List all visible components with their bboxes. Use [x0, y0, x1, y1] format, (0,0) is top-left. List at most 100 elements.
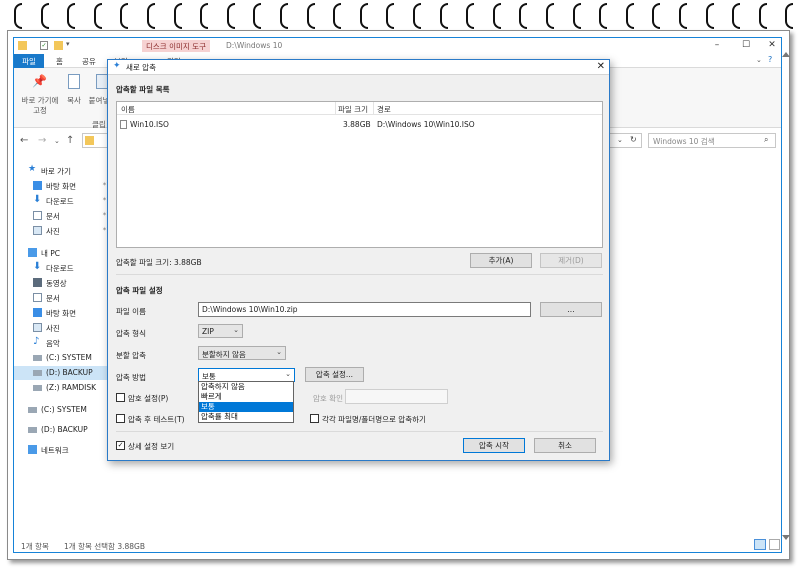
scroll-down-icon[interactable] [782, 535, 790, 540]
up-icon[interactable]: ↑ [66, 135, 74, 146]
nav-pc-pictures[interactable]: 사진 [14, 321, 110, 335]
forward-icon[interactable]: → [38, 135, 46, 146]
tab-home[interactable]: 홈 [50, 54, 69, 68]
pin-icon: 📌 [32, 74, 47, 88]
chevron-down-icon: ⌄ [285, 370, 291, 378]
dialog-title: 새로 압축 [126, 63, 156, 72]
address-dropdown-icon[interactable]: ⌄ [617, 136, 623, 144]
password-checkbox[interactable] [116, 393, 125, 402]
copy-button[interactable]: 복사 [64, 96, 84, 106]
spiral-ring [492, 3, 501, 29]
separate-archives-label: 각각 파일명/폴더명으로 압축하기 [322, 415, 426, 424]
nav-root-d[interactable]: (D:) BACKUP [14, 423, 110, 437]
method-option[interactable]: 압축률 최대 [199, 412, 293, 422]
ribbon-collapse-icon[interactable]: ⌄ [756, 56, 762, 64]
download-icon: ⬇ [33, 194, 42, 205]
dialog-close-icon[interactable]: ✕ [597, 61, 605, 72]
method-option[interactable]: 압축하지 않음 [199, 382, 293, 392]
document-icon [33, 293, 42, 302]
column-name[interactable]: 이름 [121, 104, 135, 115]
chevron-down-icon: ⌄ [233, 326, 239, 334]
nav-drive-c[interactable]: (C:) SYSTEM [14, 351, 110, 365]
remove-button[interactable]: 제거(D) [540, 253, 602, 268]
nav-documents[interactable]: 문서 ✶ [14, 209, 110, 223]
nav-pc-downloads[interactable]: ⬇ 다운로드 [14, 261, 110, 275]
search-input[interactable]: Windows 10 검색 [648, 133, 776, 148]
format-label: 압축 형식 [116, 329, 146, 338]
spiral-binding [14, 0, 794, 30]
copy-icon [68, 74, 80, 89]
video-icon [33, 278, 42, 287]
desktop-icon [33, 308, 42, 317]
section-divider [116, 431, 603, 432]
nav-pc-music[interactable]: ♪ 음악 [14, 336, 110, 350]
method-option[interactable]: 보통 [199, 402, 293, 412]
nav-downloads[interactable]: ⬇ 다운로드 ✶ [14, 194, 110, 208]
add-button[interactable]: 추가(A) [470, 253, 532, 268]
checkmark-icon[interactable]: ✓ [40, 41, 48, 50]
filename-input[interactable]: D:\Windows 10\Win10.zip [198, 302, 531, 317]
document-icon [33, 211, 42, 220]
nav-pc-documents[interactable]: 문서 [14, 291, 110, 305]
method-option[interactable]: 빠르게 [199, 392, 293, 402]
navigation-pane: ★ 바로 가기 바탕 화면 ✶ ⬇ 다운로드 ✶ 문서 ✶ 사진 ✶ 내 PC ⬇ 다운로드 … [14, 158, 110, 458]
nav-quick-access[interactable]: ★ 바로 가기 [14, 164, 110, 178]
large-icons-view-icon[interactable] [769, 539, 780, 550]
spiral-ring [147, 3, 155, 29]
split-select[interactable]: 분할하지 않음 ⌄ [198, 346, 286, 360]
nav-pictures[interactable]: 사진 ✶ [14, 224, 110, 238]
method-select[interactable]: 보통 ⌄ [198, 368, 295, 382]
folder-icon [18, 41, 27, 50]
nav-network[interactable]: 네트워크 [14, 443, 110, 457]
download-icon: ⬇ [33, 261, 42, 272]
format-select[interactable]: ZIP ⌄ [198, 324, 243, 338]
recent-locations-icon[interactable]: ⌄ [54, 137, 60, 145]
cancel-button[interactable]: 취소 [534, 438, 596, 453]
nav-desktop[interactable]: 바탕 화면 ✶ [14, 179, 110, 193]
separate-archives-checkbox[interactable] [310, 414, 319, 423]
table-row[interactable]: Win10.ISO 3.88GB D:\Windows 10\Win10.ISO [117, 118, 602, 131]
spiral-ring [705, 3, 714, 29]
search-icon[interactable]: ⌕ [764, 135, 768, 145]
filename-label: 파일 이름 [116, 307, 146, 316]
spiral-ring [652, 3, 661, 29]
close-icon[interactable]: ✕ [766, 40, 778, 50]
nav-root-c[interactable]: (C:) SYSTEM [14, 403, 110, 417]
file-icon [120, 120, 127, 129]
nav-drive-z[interactable]: (Z:) RAMDISK [14, 381, 110, 395]
details-view-icon[interactable] [754, 539, 766, 550]
test-after-checkbox[interactable] [116, 414, 125, 423]
nav-this-pc[interactable]: 내 PC [14, 246, 110, 260]
spiral-ring [546, 3, 554, 29]
password-confirm-input[interactable] [345, 389, 448, 404]
pin-to-quick-access-button[interactable]: 바로 가기에 고정 [16, 96, 64, 116]
back-icon[interactable]: ← [20, 135, 28, 146]
file-list[interactable]: 이름 파일 크기 경로 Win10.ISO 3.88GB D:\Windows … [116, 101, 603, 248]
qat-dropdown-icon[interactable]: ▾ [66, 40, 70, 48]
nav-label: 사진 [46, 324, 60, 333]
tab-share[interactable]: 공유 [76, 54, 102, 68]
spiral-ring [253, 3, 262, 29]
pictures-icon [33, 323, 42, 332]
tab-file[interactable]: 파일 [14, 54, 44, 68]
refresh-icon[interactable]: ↻ [630, 135, 637, 144]
compression-settings-button[interactable]: 압축 설정... [305, 367, 364, 382]
nav-pc-desktop[interactable]: 바탕 화면 [14, 306, 110, 320]
help-icon[interactable]: ? [768, 55, 772, 64]
nav-label: (D:) BACKUP [46, 368, 93, 377]
start-compress-button[interactable]: 압축 시작 [463, 438, 525, 453]
checkmark-icon: ✓ [117, 441, 124, 449]
new-folder-icon[interactable] [54, 41, 63, 50]
minimize-icon[interactable]: – [711, 40, 723, 50]
nav-drive-d[interactable]: (D:) BACKUP [14, 366, 110, 380]
computer-icon [28, 248, 37, 257]
nav-pc-videos[interactable]: 동영상 [14, 276, 110, 290]
maximize-icon[interactable]: ☐ [740, 40, 752, 50]
drive-icon [28, 407, 37, 413]
show-details-checkbox[interactable]: ✓ [116, 441, 125, 450]
column-path[interactable]: 경로 [377, 104, 391, 115]
scroll-up-icon[interactable] [782, 52, 790, 57]
browse-button[interactable]: ... [540, 302, 602, 317]
column-size[interactable]: 파일 크기 [338, 104, 368, 115]
nav-label: (D:) BACKUP [41, 425, 88, 434]
